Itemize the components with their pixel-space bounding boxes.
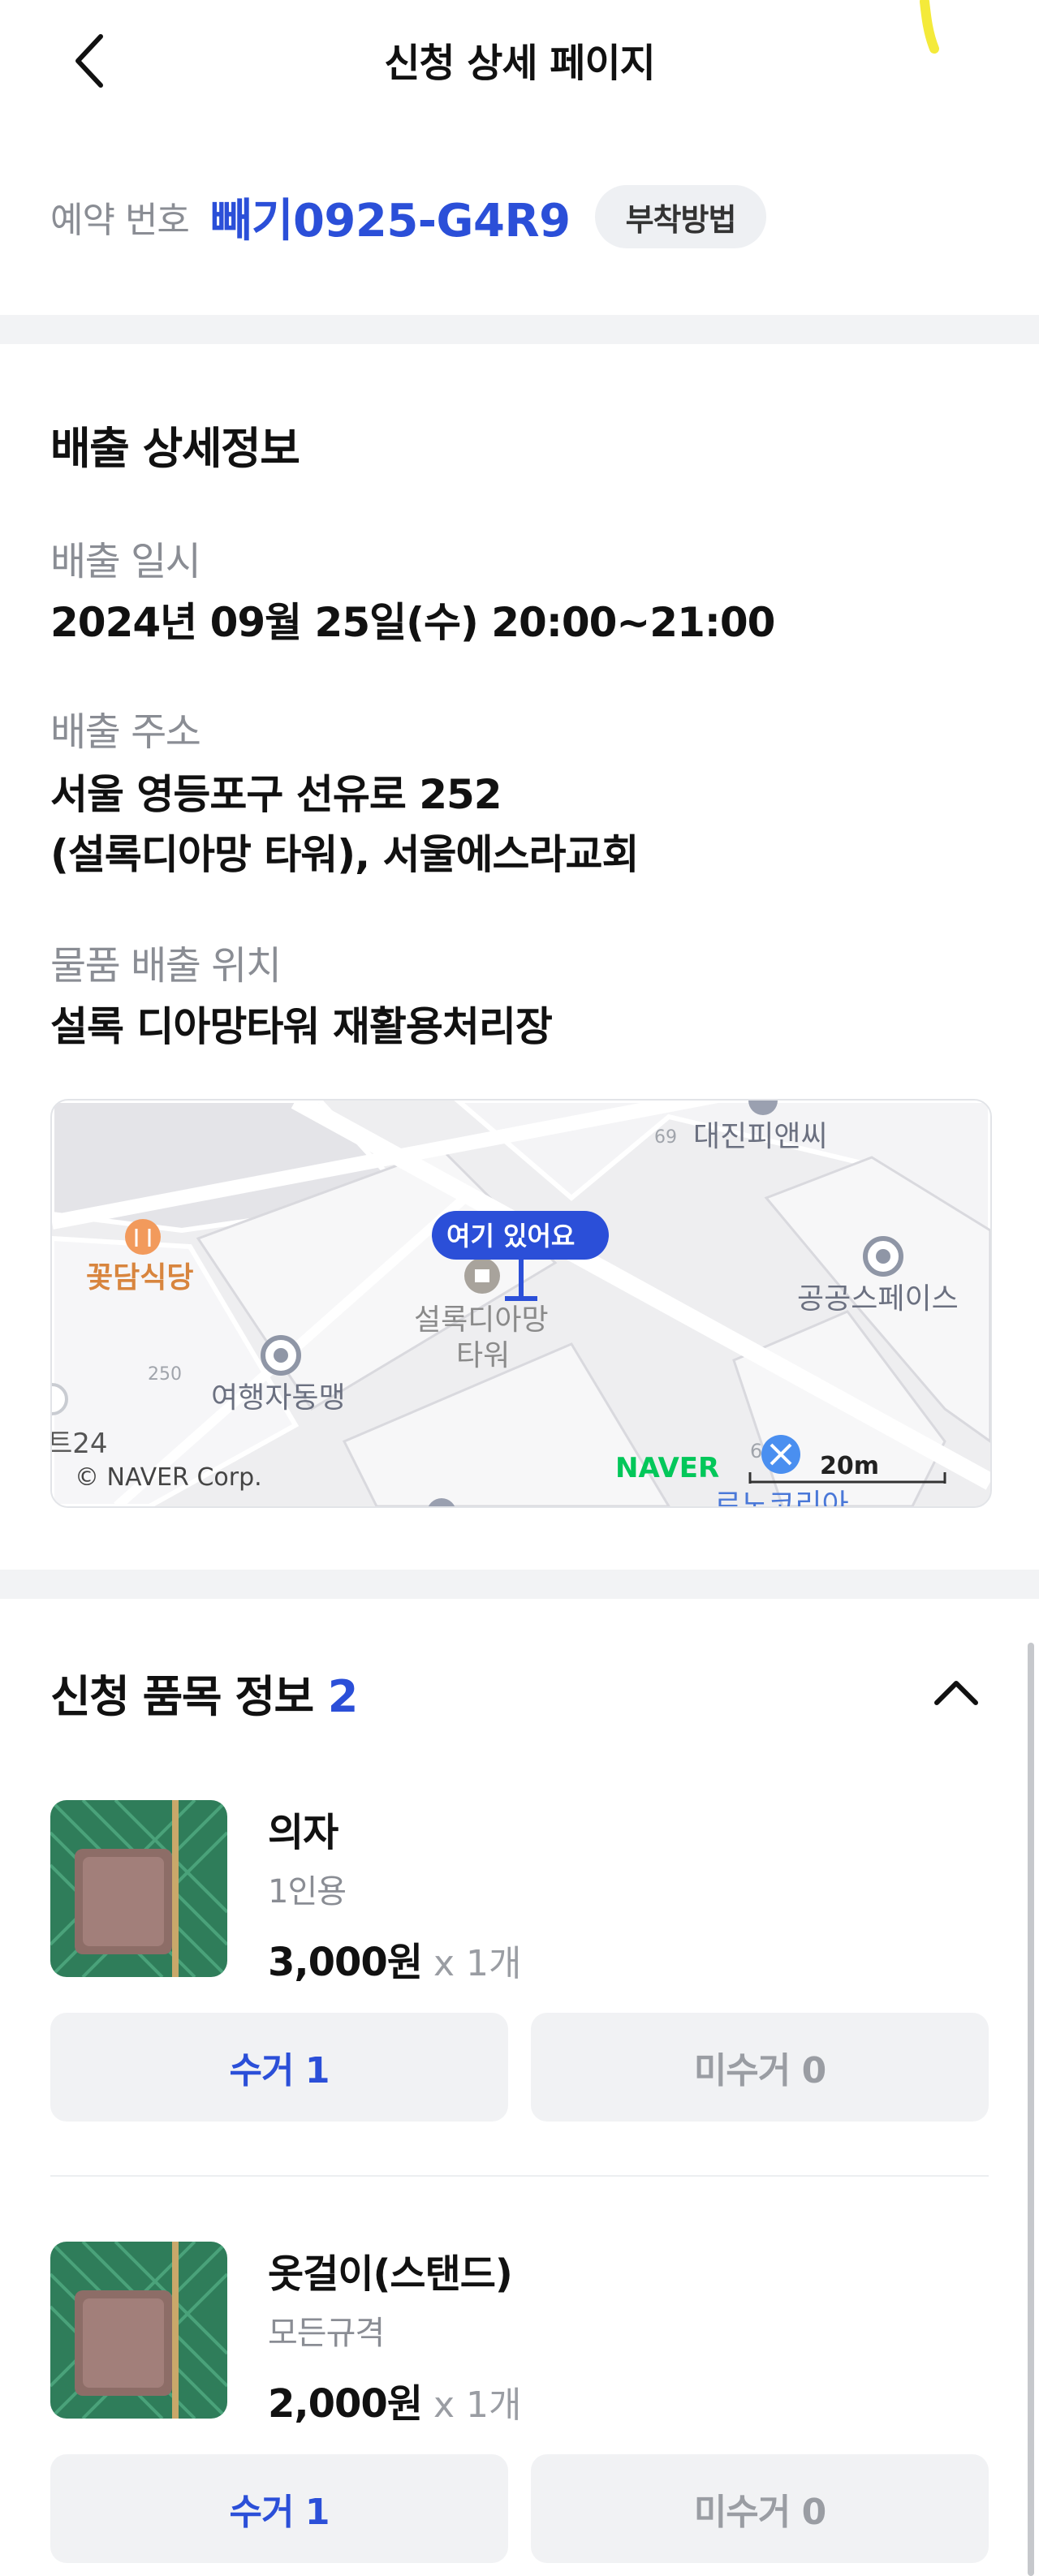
- poi-daejin-label: 대진피앤씨: [693, 1120, 828, 1153]
- poi-partial-left-label: 트24: [52, 1428, 108, 1460]
- uncollect-button[interactable]: 미수거 0: [531, 2013, 989, 2122]
- collect-button[interactable]: 수거 1: [50, 2013, 508, 2122]
- attach-method-button[interactable]: 부착방법: [594, 185, 767, 248]
- section-divider: [0, 1570, 1039, 1599]
- disposal-section-title: 배출 상세정보: [50, 423, 300, 474]
- item-spec: 1인용: [268, 1873, 347, 1910]
- list-item: 옷걸이(스탠드) 모든규격 2,000원 x 1개 수거 1 미수거 0: [50, 2242, 989, 2566]
- item-price: 3,000원: [268, 1940, 423, 1985]
- item-spec: 모든규격: [268, 2315, 385, 2352]
- uncollect-button[interactable]: 미수거 0: [531, 2454, 989, 2563]
- poi-travel-pin-icon[interactable]: [261, 1335, 301, 1376]
- marker-label: 여기 있어요: [446, 1221, 575, 1251]
- item-price-row: 3,000원 x 1개: [268, 1930, 522, 1987]
- poi-partial-bottom-number: 6: [750, 1440, 762, 1462]
- page-title: 신청 상세 페이지: [384, 41, 656, 86]
- items-title-text: 신청 품목 정보: [50, 1670, 314, 1722]
- location-map[interactable]: 꽃담식당 69 대진피앤씨 공공스페이스 250 여행자동맹 트24 6 르노코…: [50, 1099, 992, 1508]
- reservation-number: 빼기0925-G4R9: [209, 194, 571, 248]
- list-item: 의자 1인용 3,000원 x 1개 수거 1 미수거 0: [50, 1800, 989, 2125]
- item-name: 의자: [268, 1810, 338, 1855]
- disposal-address-label: 배출 주소: [50, 709, 201, 755]
- item-quantity: x 1개: [433, 2384, 522, 2426]
- poi-public-pin-icon[interactable]: [863, 1236, 903, 1277]
- restaurant-pin-icon[interactable]: [125, 1219, 161, 1255]
- disposal-address-line2: (설록디아망 타워), 서울에스라교회: [50, 831, 640, 878]
- building-icon: [464, 1258, 500, 1294]
- item-divider: [50, 2175, 989, 2177]
- section-divider: [0, 315, 1039, 344]
- collapse-button[interactable]: [924, 1660, 989, 1725]
- yellow-scribble-mark: [920, 0, 939, 54]
- building-label-line1: 설록디아망: [414, 1303, 549, 1337]
- naver-logo: NAVER: [615, 1452, 719, 1484]
- poi-travel-label: 여행자동맹: [211, 1381, 346, 1415]
- disposal-location-value: 설록 디아망타워 재활용처리장: [50, 1003, 553, 1050]
- poi-service-pin-icon[interactable]: [761, 1435, 800, 1474]
- item-price-row: 2,000원 x 1개: [268, 2371, 522, 2428]
- disposal-datetime-value: 2024년 09월 25일(수) 20:00~21:00: [50, 599, 775, 646]
- item-price: 2,000원: [268, 2381, 423, 2427]
- poi-restaurant-label: 꽃담식당: [86, 1261, 193, 1294]
- item-thumbnail: [50, 2242, 227, 2419]
- items-section-title: 신청 품목 정보 2: [50, 1661, 359, 1725]
- poi-travel-number: 250: [148, 1364, 182, 1385]
- scrollbar[interactable]: [1028, 1643, 1034, 2576]
- map-scale-label: 20m: [820, 1452, 879, 1480]
- building-label-line2: 타워: [456, 1339, 510, 1372]
- reservation-label: 예약 번호: [50, 200, 190, 241]
- poi-daejin-number: 69: [654, 1127, 677, 1148]
- reservation-row: 예약 번호 빼기0925-G4R9 부착방법: [50, 180, 767, 253]
- item-name: 옷걸이(스탠드): [268, 2251, 513, 2297]
- item-thumbnail: [50, 1800, 227, 1977]
- item-quantity: x 1개: [433, 1943, 522, 1984]
- disposal-datetime-label: 배출 일시: [50, 539, 201, 584]
- disposal-location-label: 물품 배출 위치: [50, 943, 282, 989]
- items-section-header: 신청 품목 정보 2: [50, 1656, 989, 1729]
- map-copyright: © NAVER Corp.: [75, 1463, 262, 1492]
- disposal-address-line1: 서울 영등포구 선유로 252: [50, 771, 502, 818]
- map-canvas: 꽃담식당 69 대진피앤씨 공공스페이스 250 여행자동맹 트24 6 르노코…: [52, 1101, 990, 1506]
- items-count: 2: [327, 1670, 359, 1722]
- poi-partial-bottom-label: 르노코리아: [714, 1488, 849, 1506]
- poi-public-label: 공공스페이스: [797, 1282, 959, 1316]
- chevron-up-icon: [934, 1681, 978, 1705]
- collect-button[interactable]: 수거 1: [50, 2454, 508, 2563]
- top-app-bar: 신청 상세 페이지: [0, 0, 1039, 122]
